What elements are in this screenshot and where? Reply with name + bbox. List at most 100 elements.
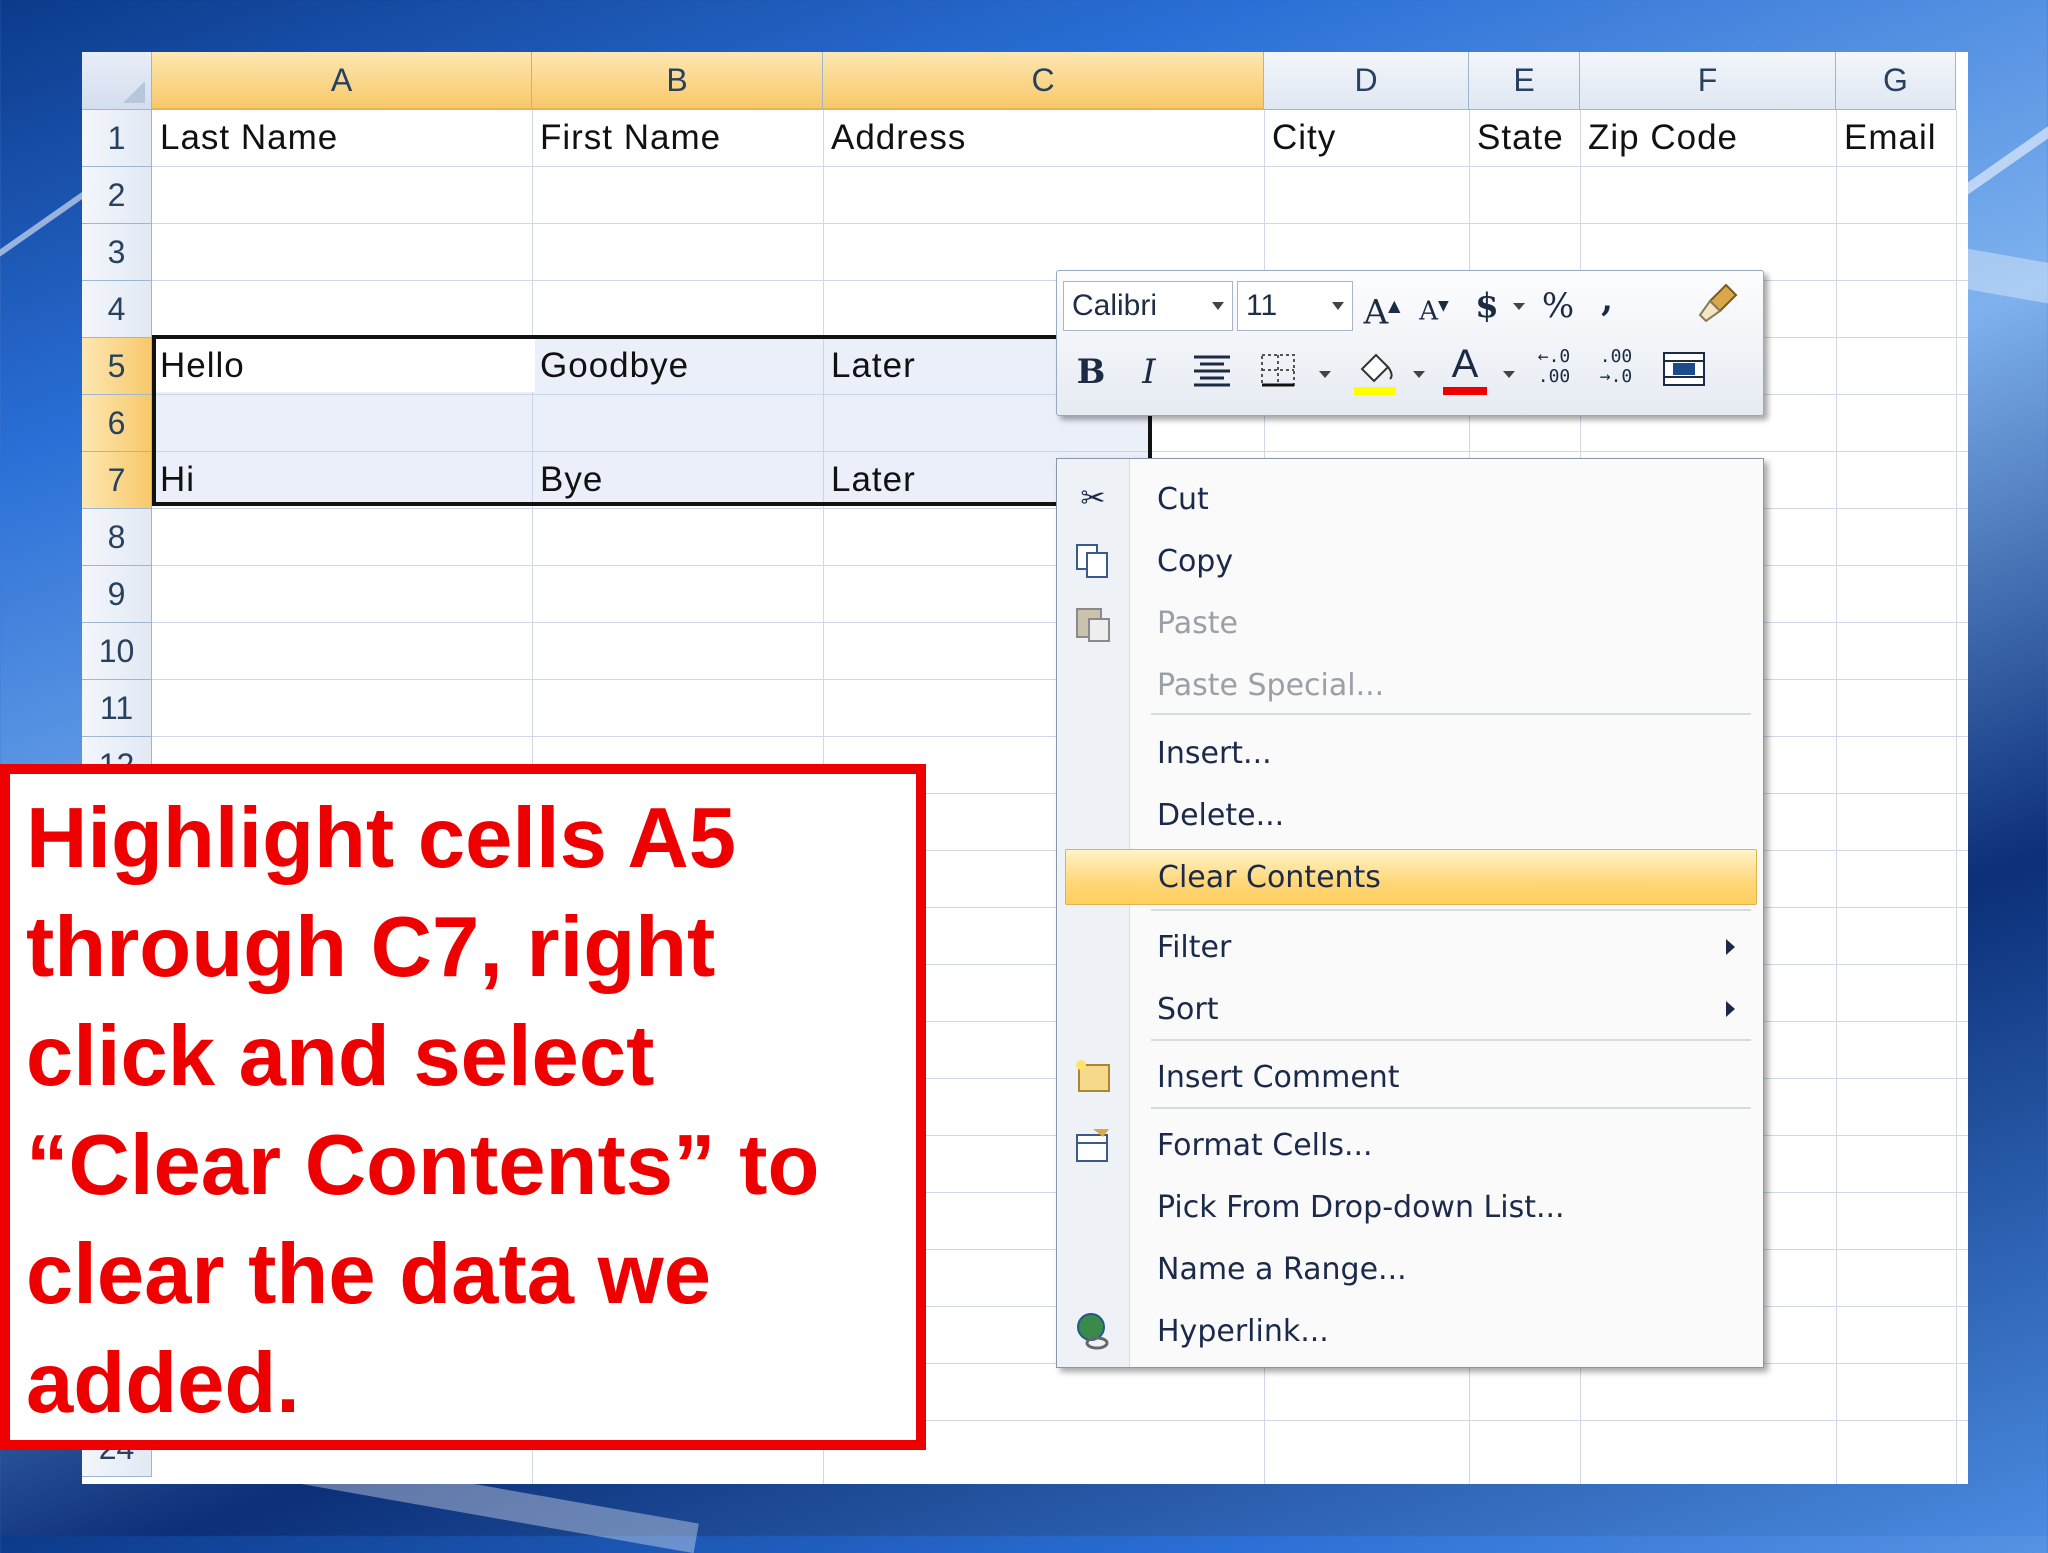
menu-item-label: Insert... — [1157, 735, 1272, 771]
column-header-e[interactable]: E — [1469, 52, 1580, 110]
cell-a5[interactable]: Hello — [152, 338, 532, 394]
submenu-arrow-icon — [1726, 939, 1735, 955]
row-header-7[interactable]: 7 — [82, 452, 152, 509]
font-name-select[interactable]: Calibri — [1063, 281, 1233, 331]
menu-item-sort[interactable]: Sort — [1057, 981, 1763, 1037]
increase-decimal-icon[interactable]: ←.0.00 — [1527, 347, 1581, 397]
menu-item-label: Paste — [1157, 605, 1238, 641]
menu-separator — [1151, 713, 1751, 715]
font-color-glyph: A — [1451, 342, 1479, 386]
borders-icon[interactable] — [1253, 347, 1303, 397]
row-header-9[interactable]: 9 — [82, 566, 152, 623]
menu-item-label: Format Cells... — [1157, 1127, 1373, 1163]
hyperlink-icon — [1073, 1311, 1113, 1351]
row-header-4[interactable]: 4 — [82, 281, 152, 338]
bold-icon[interactable]: B — [1069, 347, 1113, 397]
grow-font-icon[interactable]: A▲ — [1357, 281, 1407, 333]
cell-a1[interactable]: Last Name — [152, 110, 532, 166]
grid-line — [1956, 110, 1957, 1484]
format-painter-icon[interactable] — [1693, 281, 1743, 331]
cell-g1[interactable]: Email — [1836, 110, 1956, 166]
column-header-b[interactable]: B — [532, 52, 823, 110]
cell-f1[interactable]: Zip Code — [1580, 110, 1836, 166]
font-color-icon[interactable]: A — [1437, 339, 1493, 395]
font-size-select[interactable]: 11 — [1237, 281, 1353, 331]
menu-item-paste-special[interactable]: Paste Special... — [1057, 657, 1763, 713]
menu-separator — [1151, 1039, 1751, 1041]
menu-item-cut[interactable]: ✂ Cut — [1057, 471, 1763, 527]
mini-toolbar: Calibri 11 A▲ A▼ $ % , B I A ←.0.00 .00 →… — [1056, 270, 1764, 416]
menu-item-label: Paste Special... — [1157, 667, 1385, 703]
chevron-down-icon[interactable] — [1503, 371, 1515, 378]
menu-item-pick-from-list[interactable]: Pick From Drop-down List... — [1057, 1179, 1763, 1235]
italic-icon[interactable]: I — [1127, 347, 1171, 397]
cell-c1[interactable]: Address — [823, 110, 1264, 166]
menu-item-delete[interactable]: Delete... — [1057, 787, 1763, 843]
cell-b7[interactable]: Bye — [532, 452, 823, 508]
chevron-down-icon[interactable] — [1413, 371, 1425, 378]
column-header-f[interactable]: F — [1580, 52, 1836, 110]
submenu-arrow-icon — [1726, 1001, 1735, 1017]
grid-line — [152, 166, 1968, 167]
context-menu: ✂ Cut Copy Paste Paste Special... Insert… — [1056, 458, 1764, 1368]
menu-item-label: Sort — [1157, 991, 1219, 1027]
cell-b5[interactable]: Goodbye — [532, 338, 823, 394]
menu-item-label: Filter — [1157, 929, 1232, 965]
menu-item-hyperlink[interactable]: Hyperlink... — [1057, 1303, 1763, 1359]
decrease-decimal-icon[interactable]: .00 →.0 — [1589, 347, 1643, 397]
menu-item-name-range[interactable]: Name a Range... — [1057, 1241, 1763, 1297]
menu-item-clear-contents[interactable]: Clear Contents — [1065, 849, 1757, 905]
menu-item-label: Hyperlink... — [1157, 1313, 1329, 1349]
menu-item-copy[interactable]: Copy — [1057, 533, 1763, 589]
menu-item-label: Cut — [1157, 481, 1209, 517]
select-all-button[interactable] — [82, 52, 152, 110]
font-size-value: 11 — [1246, 289, 1278, 322]
row-header-2[interactable]: 2 — [82, 167, 152, 224]
background-streak — [1957, 248, 2048, 312]
fill-color-icon[interactable] — [1347, 347, 1403, 397]
menu-item-insert-comment[interactable]: Insert Comment — [1057, 1049, 1763, 1105]
center-align-icon[interactable] — [1187, 347, 1237, 397]
row-header-10[interactable]: 10 — [82, 623, 152, 680]
comma-style-icon[interactable]: , — [1587, 275, 1627, 325]
currency-icon[interactable]: $ — [1467, 281, 1507, 331]
row-header-6[interactable]: 6 — [82, 395, 152, 452]
menu-item-label: Pick From Drop-down List... — [1157, 1189, 1565, 1225]
chevron-down-icon — [1212, 302, 1224, 310]
menu-item-insert[interactable]: Insert... — [1057, 725, 1763, 781]
percent-icon[interactable]: % — [1533, 281, 1583, 331]
menu-separator — [1151, 1107, 1751, 1109]
row-header-1[interactable]: 1 — [82, 110, 152, 167]
menu-item-label: Copy — [1157, 543, 1234, 579]
row-header-3[interactable]: 3 — [82, 224, 152, 281]
cell-e1[interactable]: State — [1469, 110, 1580, 166]
menu-item-label: Name a Range... — [1157, 1251, 1407, 1287]
shrink-font-glyph: A — [1419, 296, 1438, 327]
cell-d1[interactable]: City — [1264, 110, 1469, 166]
menu-item-filter[interactable]: Filter — [1057, 919, 1763, 975]
chevron-down-icon[interactable] — [1513, 303, 1525, 310]
column-header-a[interactable]: A — [152, 52, 532, 110]
column-header-d[interactable]: D — [1264, 52, 1469, 110]
menu-item-paste[interactable]: Paste — [1057, 595, 1763, 651]
row-header-11[interactable]: 11 — [82, 680, 152, 737]
instruction-callout: Highlight cells A5 through C7, right cli… — [0, 764, 926, 1450]
chevron-down-icon — [1332, 302, 1344, 310]
merge-center-icon[interactable] — [1657, 347, 1711, 397]
row-header-8[interactable]: 8 — [82, 509, 152, 566]
cell-b1[interactable]: First Name — [532, 110, 823, 166]
menu-item-label: Clear Contents — [1158, 859, 1381, 895]
shrink-font-icon[interactable]: A▼ — [1409, 281, 1459, 331]
column-header-c[interactable]: C — [823, 52, 1264, 110]
font-name-value: Calibri — [1072, 289, 1158, 322]
menu-item-label: Delete... — [1157, 797, 1285, 833]
comment-icon — [1073, 1057, 1113, 1097]
row-header-5[interactable]: 5 — [82, 338, 152, 395]
cell-a7[interactable]: Hi — [152, 452, 532, 508]
column-header-g[interactable]: G — [1836, 52, 1956, 110]
grid-line — [152, 223, 1968, 224]
grow-font-glyph: A — [1363, 292, 1389, 333]
menu-item-format-cells[interactable]: Format Cells... — [1057, 1117, 1763, 1173]
menu-separator — [1151, 909, 1751, 911]
chevron-down-icon[interactable] — [1319, 371, 1331, 378]
